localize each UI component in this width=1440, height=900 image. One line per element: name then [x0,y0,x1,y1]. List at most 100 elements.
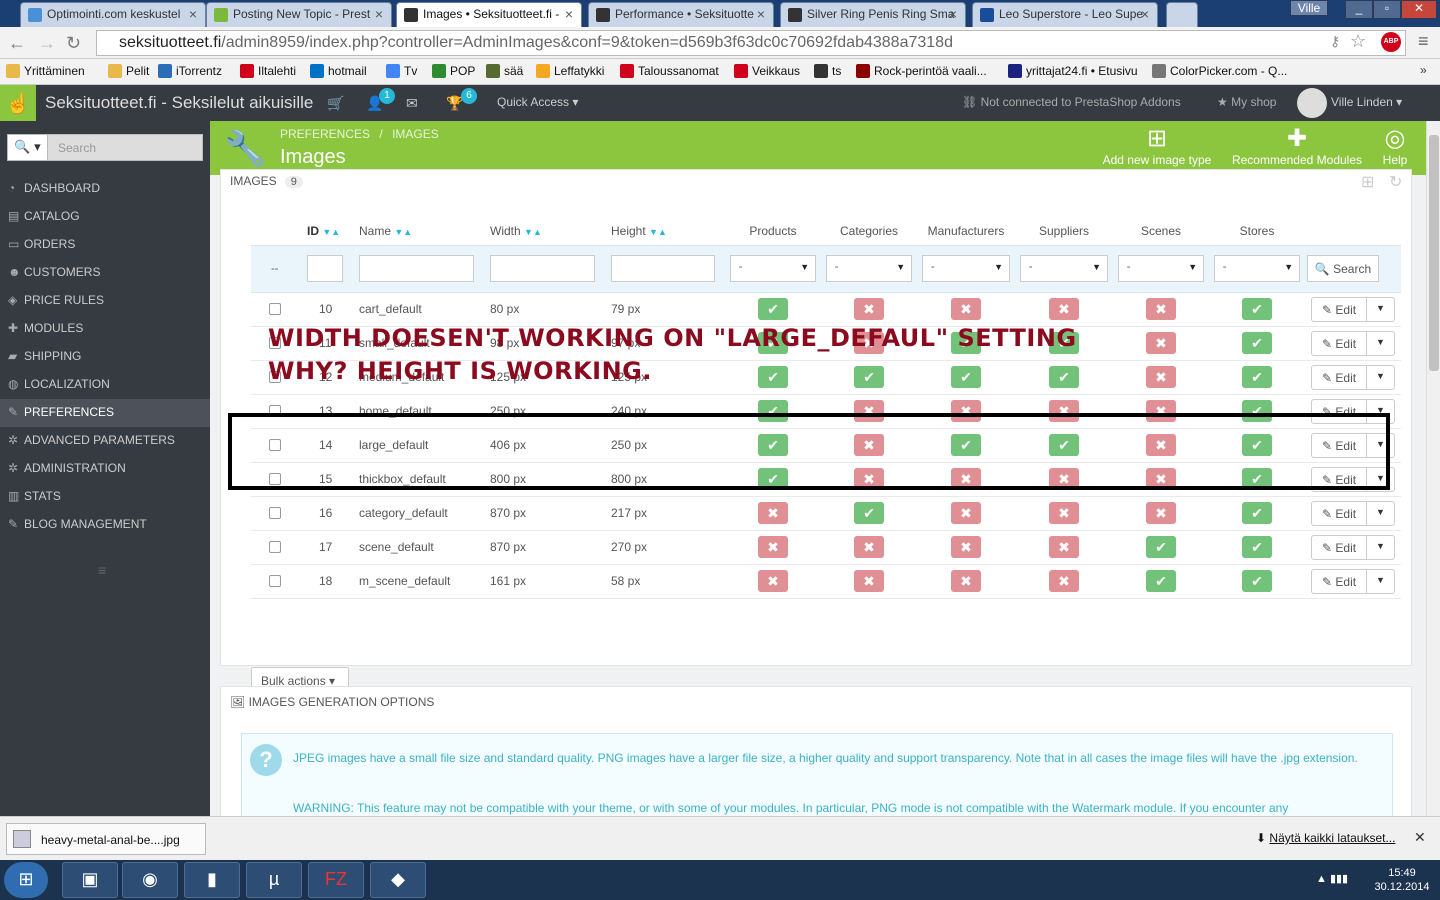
browser-tab[interactable]: Images • Seksituotteet.fi - × [396,2,582,27]
col-name[interactable]: Name ▼▲ [359,214,490,245]
prestashop-logo[interactable]: ☝ [0,85,36,121]
check-icon[interactable]: ✔ [1242,502,1272,524]
caret-down-icon[interactable]: ▼ [1366,297,1394,321]
bookmark-item[interactable]: Iltalehti [240,64,296,78]
bookmark-star-icon[interactable]: ☆ [1350,31,1366,52]
row-checkbox[interactable] [269,541,281,553]
explorer-icon[interactable]: ▣ [62,862,118,898]
browser-tab[interactable]: Performance • Seksituotte × [588,2,774,27]
cross-icon[interactable]: ✖ [951,536,981,558]
bookmark-item[interactable]: ts [814,64,841,78]
col-id[interactable]: ID ▼▲ [307,214,359,245]
sort-icon[interactable]: ▼▲ [322,227,340,237]
caret-down-icon[interactable]: ▼ [1366,331,1394,355]
check-icon[interactable]: ✔ [1242,332,1272,354]
new-tab-button[interactable] [1166,2,1198,27]
sort-icon[interactable]: ▼▲ [394,227,412,237]
cross-icon[interactable]: ✖ [1146,502,1176,524]
close-tab-icon[interactable]: × [757,6,765,22]
close-tab-icon[interactable]: × [1141,6,1149,22]
diamond-app-icon[interactable]: ◆ [370,862,426,898]
bookmark-item[interactable]: iTorrentz [158,64,222,78]
edit-button[interactable]: ✎ Edit [1322,303,1356,317]
bookmark-item[interactable]: Pelit [108,64,149,78]
filter-categories-select[interactable]: - ▼ [825,255,913,282]
sort-icon[interactable]: ▼▲ [649,227,667,237]
check-icon[interactable]: ✔ [854,502,884,524]
col-height[interactable]: Height ▼▲ [611,214,725,245]
browser-tab[interactable]: Posting New Topic - Prest × [206,2,392,27]
edit-button[interactable]: ✎ Edit [1322,337,1356,351]
key-icon[interactable]: ⚷ [1330,33,1340,50]
add-image-type-button[interactable]: ⊞ Add new image type [1098,125,1216,167]
cross-icon[interactable]: ✖ [1146,332,1176,354]
filezilla-icon[interactable]: FZ [308,862,364,898]
reload-icon[interactable]: ↻ [66,33,81,54]
check-icon[interactable]: ✔ [1146,570,1176,592]
sidebar-item-customers[interactable]: ☻ CUSTOMERS [0,259,210,287]
sidebar-item-modules[interactable]: ✚ MODULES [0,315,210,343]
breadcrumb-preferences[interactable]: PREFERENCES [280,127,370,141]
cross-icon[interactable]: ✖ [951,502,981,524]
bookmark-item[interactable]: hotmail [310,64,367,78]
bookmark-item[interactable]: ColorPicker.com - Q... [1152,64,1287,78]
search-scope-button[interactable]: 🔍 ▾ [8,135,48,160]
edit-button[interactable]: ✎ Edit [1322,371,1356,385]
bookmark-item[interactable]: yrittajat24.fi • Etusivu [1008,64,1138,78]
recommended-modules-button[interactable]: ✚ Recommended Modules [1226,125,1368,167]
back-icon[interactable]: ← [8,33,26,54]
scrollbar-thumb[interactable] [1429,135,1439,371]
utorrent-icon[interactable]: µ [246,862,302,898]
caret-down-icon[interactable]: ▼ [1366,365,1394,389]
edit-button[interactable]: ✎ Edit [1322,541,1356,555]
close-tab-icon[interactable]: × [375,6,383,22]
check-icon[interactable]: ✔ [1242,298,1272,320]
bookmark-item[interactable]: POP [432,64,475,78]
cross-icon[interactable]: ✖ [1049,536,1079,558]
row-checkbox[interactable] [269,575,281,587]
sidebar-item-blog-management[interactable]: ✎ BLOG MANAGEMENT [0,511,210,539]
cross-icon[interactable]: ✖ [951,570,981,592]
phone-app-icon[interactable]: ▮ [184,862,240,898]
filter-id-input[interactable] [307,255,343,282]
sidebar-item-stats[interactable]: ▥ STATS [0,483,210,511]
bookmark-item[interactable]: Taloussanomat [620,64,719,78]
menu-icon[interactable]: ≡ [1418,31,1429,52]
close-icon[interactable]: ✕ [1414,829,1426,846]
show-all-downloads-link[interactable]: ⬇ Näytä kaikki lataukset... [1256,831,1395,845]
close-tab-icon[interactable]: × [565,6,573,22]
browser-tab[interactable]: Silver Ring Penis Ring Sma × [780,2,966,27]
bookmark-item[interactable]: sää [486,64,523,78]
system-tray[interactable]: ▲ ▮▮▮ [1316,872,1348,885]
check-icon[interactable]: ✔ [1146,536,1176,558]
close-tab-icon[interactable]: × [189,6,197,22]
cross-icon[interactable]: ✖ [758,570,788,592]
help-button[interactable]: ◎ Help [1376,125,1414,167]
chrome-icon[interactable]: ◉ [122,862,178,898]
cross-icon[interactable]: ✖ [854,298,884,320]
filter-suppliers-select[interactable]: - ▼ [1019,255,1109,282]
download-item[interactable]: heavy-metal-anal-be....jpg [6,823,206,855]
caret-down-icon[interactable]: ▼ [1366,569,1394,593]
check-icon[interactable]: ✔ [1242,366,1272,388]
close-window-button[interactable]: ✕ [1401,0,1437,19]
check-icon[interactable]: ✔ [758,298,788,320]
bookmark-item[interactable]: Yrittäminen [6,64,85,78]
cart-icon[interactable]: 🛒 [327,95,344,112]
col-width[interactable]: Width ▼▲ [490,214,611,245]
browser-profile-badge[interactable]: Ville [1290,0,1328,16]
filter-stores-select[interactable]: - ▼ [1213,255,1301,282]
start-button[interactable]: ⊞ [4,862,48,898]
cross-icon[interactable]: ✖ [1049,570,1079,592]
more-bookmarks-icon[interactable]: » [1420,63,1427,77]
cross-icon[interactable]: ✖ [1049,502,1079,524]
user-menu[interactable]: Ville Linden ▾ [1331,95,1402,109]
quick-access-menu[interactable]: Quick Access ▾ [497,95,578,109]
add-icon[interactable]: ⊞ [1361,172,1374,192]
sort-icon[interactable]: ▼▲ [524,227,542,237]
filter-name-input[interactable] [359,255,474,282]
bookmark-item[interactable]: Rock-perintöä vaali... [856,64,987,78]
cross-icon[interactable]: ✖ [758,536,788,558]
page-scrollbar[interactable] [1426,121,1440,816]
close-tab-icon[interactable]: × [949,6,957,22]
